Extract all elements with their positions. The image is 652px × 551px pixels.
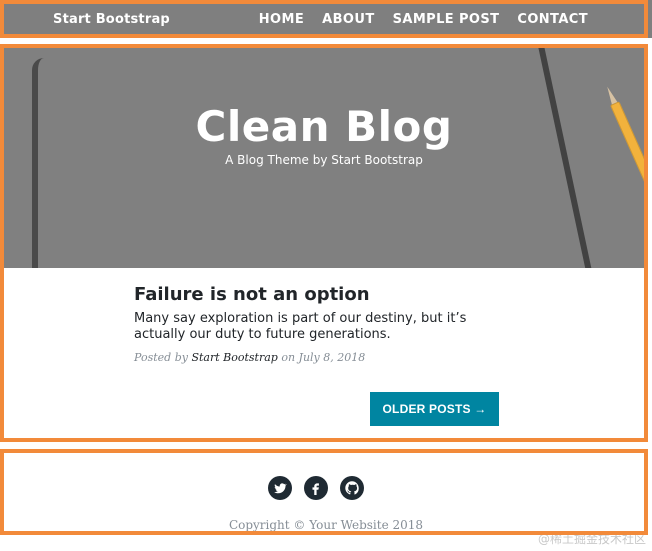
hero-header: Clean Blog A Blog Theme by Start Bootstr… (4, 48, 644, 268)
nav-links: HOME ABOUT SAMPLE POST CONTACT (259, 12, 588, 27)
watermark-text: @稀土掘金技术社区 (537, 532, 646, 546)
site-title: Clean Blog (195, 102, 453, 151)
nav-sample-post[interactable]: SAMPLE POST (393, 12, 500, 27)
post-author-link[interactable]: Start Bootstrap (191, 351, 277, 364)
older-posts-button[interactable]: OLDER POSTS → (370, 392, 499, 426)
twitter-icon[interactable] (268, 476, 292, 500)
facebook-icon[interactable] (304, 476, 328, 500)
post-meta-prefix: Posted by (134, 351, 188, 364)
top-navbar: Start Bootstrap HOME ABOUT SAMPLE POST C… (0, 0, 652, 38)
post-preview: Failure is not an option Many say explor… (134, 284, 494, 364)
social-links (268, 476, 364, 500)
post-subtitle: Many say exploration is part of our dest… (134, 311, 467, 342)
site-subtitle: A Blog Theme by Start Bootstrap (225, 153, 423, 167)
nav-home[interactable]: HOME (259, 12, 304, 27)
post-meta: Posted by Start Bootstrap on July 8, 201… (134, 351, 494, 364)
brand-link[interactable]: Start Bootstrap (53, 12, 170, 27)
nav-about[interactable]: ABOUT (322, 12, 374, 27)
github-icon[interactable] (340, 476, 364, 500)
post-title-link[interactable]: Failure is not an option (134, 284, 494, 305)
post-meta-suffix: on July 8, 2018 (281, 351, 366, 364)
nav-contact[interactable]: CONTACT (517, 12, 588, 27)
